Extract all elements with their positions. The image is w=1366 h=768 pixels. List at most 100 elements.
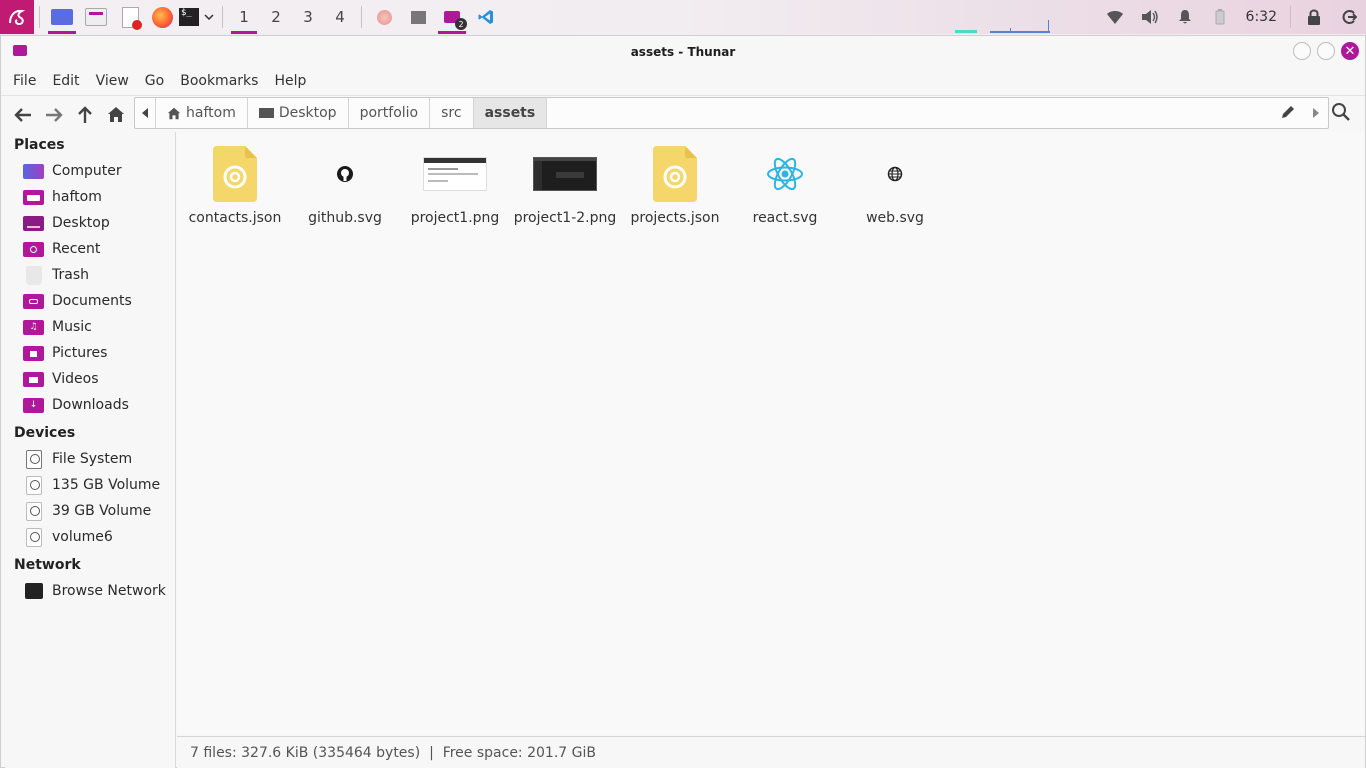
path-scroll-right-button[interactable]	[1313, 106, 1319, 122]
file-item-projects-json[interactable]: projects.json	[620, 142, 730, 226]
workspace-4[interactable]: 4	[324, 0, 356, 34]
sidebar-item-pictures[interactable]: Pictures	[5, 340, 175, 366]
sidebar-item-computer[interactable]: Computer	[5, 158, 175, 184]
sidebar-item-desktop[interactable]: Desktop	[5, 210, 175, 236]
sidebar-item-downloads[interactable]: ↓ Downloads	[5, 392, 175, 418]
path-scroll-left-button[interactable]	[135, 98, 156, 128]
downloads-folder-icon: ↓	[23, 397, 44, 413]
minimize-button[interactable]	[1293, 42, 1311, 60]
menu-help[interactable]: Help	[266, 73, 314, 89]
crumb-portfolio[interactable]: portfolio	[349, 98, 431, 128]
sidebar-item-documents[interactable]: Documents	[5, 288, 175, 314]
up-button[interactable]	[69, 100, 100, 130]
crumb-assets[interactable]: assets	[473, 98, 548, 128]
sidebar-item-videos[interactable]: Videos	[5, 366, 175, 392]
file-view[interactable]: contacts.json github.svg project1.png pr…	[177, 132, 1365, 734]
drive-icon	[26, 449, 42, 469]
folder-icon	[13, 45, 27, 56]
home-icon	[107, 107, 124, 122]
file-item-web-svg[interactable]: web.svg	[840, 142, 950, 226]
file-manager-icon	[85, 8, 107, 26]
crumb-desktop[interactable]: Desktop	[248, 98, 349, 128]
volume-control[interactable]	[1133, 0, 1168, 34]
taskbar-thunar[interactable]: 2	[435, 0, 469, 34]
terminal-launcher[interactable]: $_	[177, 0, 201, 34]
json-file-icon	[653, 146, 697, 202]
sidebar-item-trash[interactable]: Trash	[5, 262, 175, 288]
wifi-indicator[interactable]	[1098, 0, 1133, 34]
home-folder-icon	[23, 189, 44, 205]
bell-icon	[1179, 10, 1192, 24]
maximize-button[interactable]	[1317, 42, 1335, 60]
github-icon	[337, 166, 353, 182]
sidebar-item-browse-network[interactable]: Browse Network	[5, 578, 175, 604]
trash-icon	[26, 265, 42, 285]
sidebar-item-music[interactable]: ♫ Music	[5, 314, 175, 340]
globe-icon	[887, 166, 903, 182]
taskbar-vscode[interactable]	[469, 0, 503, 34]
vscode-icon	[478, 10, 493, 24]
location-bar: haftom Desktop portfolio src assets	[134, 97, 1329, 129]
sidebar-item-haftom[interactable]: haftom	[5, 184, 175, 210]
sidebar-item-135gb-volume[interactable]: 135 GB Volume	[5, 472, 175, 498]
sidebar-item-39gb-volume[interactable]: 39 GB Volume	[5, 498, 175, 524]
crumb-src[interactable]: src	[430, 98, 474, 128]
clock[interactable]: 6:32	[1238, 9, 1285, 25]
home-button[interactable]	[100, 100, 131, 130]
taskbar-terminal[interactable]	[401, 0, 435, 34]
status-bar: 7 files: 327.6 KiB (335464 bytes) | Free…	[177, 736, 1365, 768]
edit-location-button[interactable]	[1280, 104, 1296, 124]
file-item-project1-2-png[interactable]: project1-2.png	[510, 142, 620, 226]
logout-button[interactable]	[1331, 0, 1366, 34]
menu-view[interactable]: View	[88, 73, 137, 89]
drive-icon	[26, 527, 42, 547]
window-title: assets - Thunar	[630, 44, 736, 59]
close-icon: ✕	[1344, 43, 1356, 59]
title-bar[interactable]: assets - Thunar ✕	[1, 36, 1365, 67]
menu-bookmarks[interactable]: Bookmarks	[172, 73, 266, 89]
sidebar-item-volume6[interactable]: volume6	[5, 524, 175, 550]
network-icon	[25, 583, 43, 599]
sidebar-item-recent[interactable]: Recent	[5, 236, 175, 262]
kali-dragon-icon	[9, 9, 26, 26]
launcher-dropdown[interactable]	[201, 0, 217, 34]
recent-folder-icon	[23, 241, 44, 257]
file-item-project1-png[interactable]: project1.png	[400, 142, 510, 226]
arrow-right-icon	[45, 107, 63, 122]
firefox-launcher[interactable]	[147, 0, 177, 34]
menu-go[interactable]: Go	[137, 73, 172, 89]
file-item-github-svg[interactable]: github.svg	[290, 142, 400, 226]
menu-edit[interactable]: Edit	[44, 73, 87, 89]
devices-heading: Devices	[14, 425, 76, 441]
workspace-1[interactable]: 1	[228, 0, 260, 34]
kali-menu-button[interactable]	[0, 0, 34, 34]
pictures-folder-icon	[23, 345, 44, 361]
search-button[interactable]	[1331, 102, 1351, 126]
text-editor-launcher[interactable]	[113, 0, 147, 34]
desktop-folder-icon	[23, 215, 44, 231]
battery-indicator[interactable]	[1203, 0, 1238, 34]
show-desktop-button[interactable]	[45, 0, 79, 34]
taskbar-firefox[interactable]	[367, 0, 401, 34]
lock-screen-button[interactable]	[1296, 0, 1331, 34]
menu-file[interactable]: File	[5, 73, 44, 89]
workspace-3[interactable]: 3	[292, 0, 324, 34]
forward-button[interactable]	[38, 100, 69, 130]
file-item-contacts-json[interactable]: contacts.json	[180, 142, 290, 226]
file-item-react-svg[interactable]: react.svg	[730, 142, 840, 226]
close-button[interactable]: ✕	[1341, 42, 1359, 60]
sidebar-item-file-system[interactable]: File System	[5, 446, 175, 472]
wifi-icon	[1107, 10, 1124, 24]
documents-folder-icon	[23, 293, 44, 309]
menu-bar: File Edit View Go Bookmarks Help	[1, 67, 1365, 95]
image-thumbnail	[423, 157, 487, 191]
logout-icon	[1342, 10, 1357, 24]
videos-folder-icon	[23, 371, 44, 387]
json-file-icon	[213, 146, 257, 202]
crumb-haftom[interactable]: haftom	[156, 98, 248, 128]
notifications-button[interactable]	[1168, 0, 1203, 34]
battery-icon	[1215, 9, 1225, 25]
file-manager-launcher[interactable]	[79, 0, 113, 34]
back-button[interactable]	[7, 100, 38, 130]
workspace-2[interactable]: 2	[260, 0, 292, 34]
